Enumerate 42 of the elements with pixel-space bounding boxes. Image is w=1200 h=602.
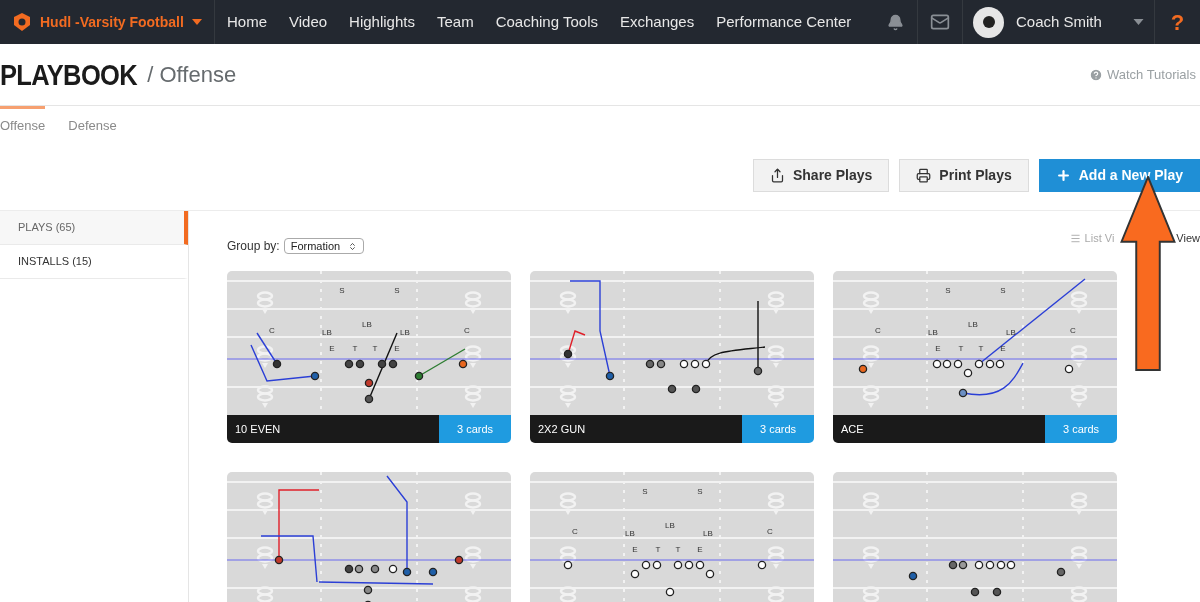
play-name: 2X2 GUN bbox=[530, 415, 742, 443]
mail-icon bbox=[930, 12, 950, 32]
printer-icon bbox=[916, 168, 932, 183]
nav-link[interactable]: Team bbox=[437, 10, 474, 34]
page-subtitle: / Offense bbox=[147, 61, 237, 89]
messages-button[interactable] bbox=[917, 0, 963, 44]
card-count: 3 cards bbox=[1045, 415, 1117, 443]
tab[interactable]: Offense bbox=[0, 106, 46, 140]
caret-icon bbox=[1133, 19, 1144, 25]
sidebar-item[interactable]: PLAYS (65) bbox=[0, 211, 188, 245]
caret-icon bbox=[191, 19, 202, 25]
tab[interactable]: Defense bbox=[68, 106, 117, 140]
updown-icon bbox=[348, 241, 358, 251]
play-diagram: S S C LB LB LB C E T T E bbox=[227, 271, 511, 415]
card-count: 3 cards bbox=[742, 415, 814, 443]
page-title: PLAYBOOK bbox=[0, 57, 138, 93]
action-button[interactable]: Share Plays bbox=[752, 159, 890, 192]
nav-link[interactable]: Highlights bbox=[349, 10, 415, 34]
play-name: 10 EVEN bbox=[227, 415, 439, 443]
grid-view-link[interactable]: View bbox=[1176, 229, 1200, 247]
card-count: 3 cards bbox=[439, 415, 511, 443]
action-button[interactable]: Print Plays bbox=[899, 159, 1029, 192]
user-menu[interactable]: Coach Smith bbox=[963, 0, 1154, 44]
nav-link[interactable]: Video bbox=[289, 10, 328, 34]
play-name: ACE bbox=[833, 415, 1045, 443]
avatar-icon bbox=[973, 6, 1004, 38]
team-dropdown[interactable]: Hudl -Varsity Football bbox=[40, 11, 202, 33]
play-diagram: S S C LB LB LB C E T T E bbox=[530, 472, 814, 602]
help-icon bbox=[1088, 67, 1103, 82]
logo-icon bbox=[12, 12, 32, 32]
help-button[interactable]: ? bbox=[1154, 0, 1200, 44]
nav-link[interactable]: Performance Center bbox=[716, 10, 852, 34]
share-icon bbox=[769, 168, 785, 183]
group-by-label: Group by: bbox=[227, 238, 280, 255]
play-diagram: S S C LB LB LB C E T T E bbox=[833, 271, 1117, 415]
list-icon bbox=[1069, 232, 1081, 244]
nav-link[interactable]: Home bbox=[227, 10, 267, 34]
bell-icon bbox=[886, 13, 904, 31]
nav-link[interactable]: Coaching Tools bbox=[495, 10, 598, 34]
group-by-select[interactable]: Formation bbox=[283, 238, 365, 254]
plus-icon bbox=[1055, 168, 1071, 183]
nav-link[interactable]: Exchanges bbox=[619, 10, 695, 34]
